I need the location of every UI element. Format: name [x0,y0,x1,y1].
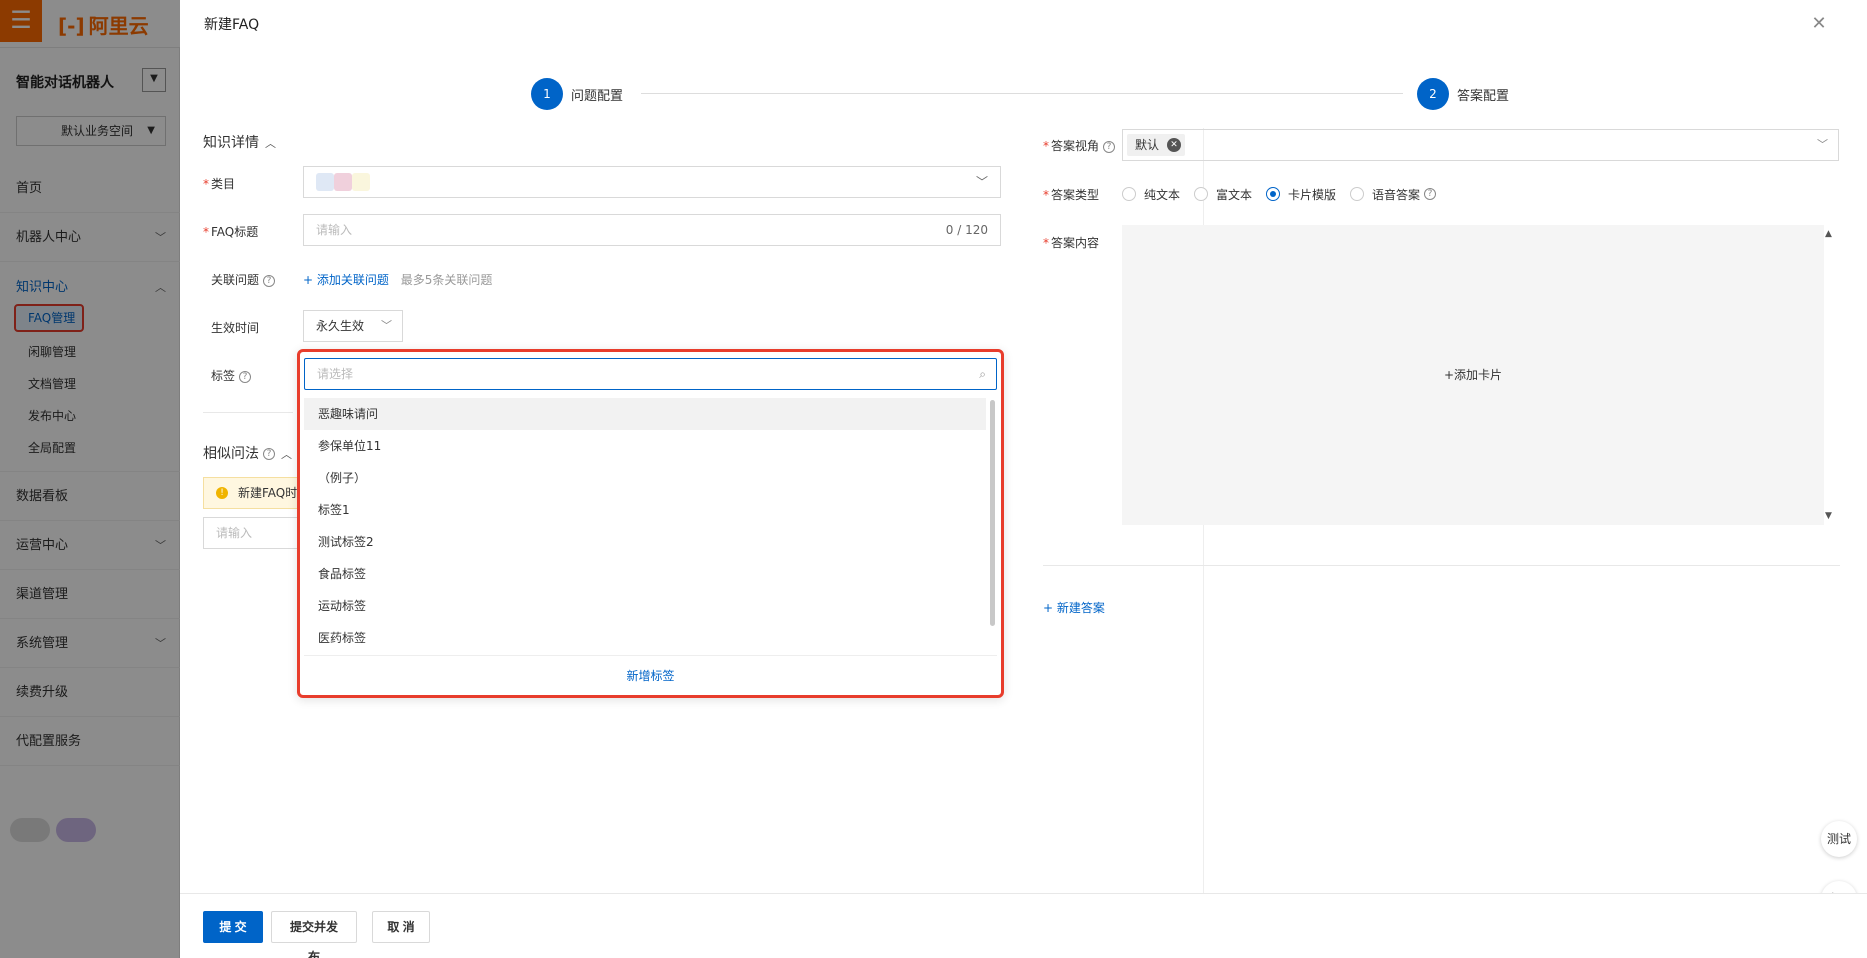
step-2[interactable]: 2 答案配置 [1417,78,1509,110]
tag-option[interactable]: 食品标签 [304,558,986,590]
add-related-question-link[interactable]: + 添加关联问题 [303,273,389,287]
answer-view-tag: 默认 ✕ [1127,134,1186,156]
radio-circle [1122,187,1136,201]
test-button[interactable]: 测试 [1821,821,1857,857]
help-icon[interactable]: ? [263,274,276,287]
chevron-up-icon: ︿ [281,448,292,461]
submit-button[interactable]: 提 交 [203,911,263,943]
help-icon[interactable]: ? [1103,140,1116,153]
tag-option[interactable]: 参保单位11 [304,430,986,462]
new-answer-link[interactable]: + 新建答案 [1043,599,1105,616]
help-icon[interactable]: ? [1424,188,1437,200]
faq-title-input[interactable]: 请输入 0 / 120 [303,214,1001,246]
drawer-footer: 提 交 提交并发布 取 消 [180,893,1867,958]
radio-card-template[interactable]: 卡片模版 [1266,186,1336,203]
category-label: * 类目 [203,177,236,191]
add-card-area[interactable]: +添加卡片 [1122,225,1824,525]
faq-title-label: * FAQ标题 [203,225,259,239]
warning-icon: ! [216,487,228,499]
char-counter: 0 / 120 [945,223,988,237]
scroll-down-icon[interactable]: ▼ [1825,511,1832,521]
help-icon[interactable]: ? [239,370,252,383]
effective-time-label: 生效时间 [211,321,260,335]
submit-publish-button[interactable]: 提交并发布 [271,911,357,958]
tag-option[interactable]: 医药标签 [304,622,986,648]
tag-select-input[interactable]: 请选择 ⌕ [304,358,997,390]
related-hint: 最多5条关联问题 [400,273,493,287]
chevron-up-icon: ︿ [265,137,276,150]
step-1[interactable]: 1 问题配置 [531,78,623,110]
close-icon[interactable]: ✕ [1809,14,1829,34]
section-divider [203,412,293,413]
search-icon: ⌕ [979,367,986,381]
similar-question-input[interactable]: 请输入 [203,517,299,549]
modal-overlay[interactable] [0,0,180,958]
drawer-title: 新建FAQ [204,17,260,33]
dropdown-scrollbar[interactable] [990,400,995,626]
section-similar-questions[interactable]: 相似问法? ︿ [203,443,292,463]
tag-options-list: 恶趣味请问 参保单位11 （例子） 标签1 测试标签2 食品标签 运动标签 医药… [304,398,986,648]
tag-label: 标签? [211,367,252,384]
category-chip [316,173,334,191]
step-label: 答案配置 [1457,88,1510,104]
step-number: 2 [1417,78,1449,110]
related-questions-label: 关联问题? [211,271,276,288]
answer-type-label: * 答案类型 [1043,188,1100,202]
radio-plain-text[interactable]: 纯文本 [1122,186,1180,203]
answer-divider [1043,565,1840,566]
step-number: 1 [531,78,563,110]
chevron-down-icon: ﹀ [975,175,988,189]
answer-type-radios: 纯文本 富文本 卡片模版 语音答案? [1122,184,1450,204]
radio-circle [1194,187,1209,201]
answer-view-select[interactable]: 默认 ✕ ﹀ [1122,129,1839,161]
chevron-down-icon: ﹀ [1817,138,1828,151]
radio-circle [1350,187,1365,201]
effective-time-select[interactable]: 永久生效 ﹀ [303,310,403,342]
tag-option[interactable]: 运动标签 [304,590,986,622]
tag-option[interactable]: 恶趣味请问 [304,398,986,430]
radio-rich-text[interactable]: 富文本 [1194,186,1252,203]
radio-circle-checked [1266,187,1281,201]
chevron-down-icon: ﹀ [381,319,392,332]
steps: 1 问题配置 2 答案配置 [531,78,1533,110]
category-chip [352,173,370,191]
radio-voice-answer[interactable]: 语音答案? [1350,186,1437,203]
answer-content-label: * 答案内容 [1043,236,1100,250]
step-label: 问题配置 [571,88,624,104]
section-knowledge-detail[interactable]: 知识详情 ︿ [203,132,276,152]
cancel-button[interactable]: 取 消 [372,911,430,943]
help-icon[interactable]: ? [263,448,275,460]
tag-option[interactable]: 测试标签2 [304,526,986,558]
scroll-up-icon[interactable]: ▲ [1825,229,1832,239]
answer-view-label: * 答案视角? [1043,137,1116,154]
step-connector [641,93,1403,94]
related-questions-row: + 添加关联问题 最多5条关联问题 [303,271,492,288]
remove-tag-icon[interactable]: ✕ [1167,138,1182,152]
tag-option[interactable]: （例子） [304,462,986,494]
category-chip [334,173,352,191]
tag-dropdown: 请选择 ⌕ 恶趣味请问 参保单位11 （例子） 标签1 测试标签2 食品标签 运动… [297,349,1004,698]
content-scrollbar[interactable]: ▲ ▼ [1824,225,1836,525]
tag-option[interactable]: 标签1 [304,494,986,526]
category-select[interactable]: ﹀ [303,166,1001,198]
add-tag-link[interactable]: 新增标签 [304,655,997,695]
